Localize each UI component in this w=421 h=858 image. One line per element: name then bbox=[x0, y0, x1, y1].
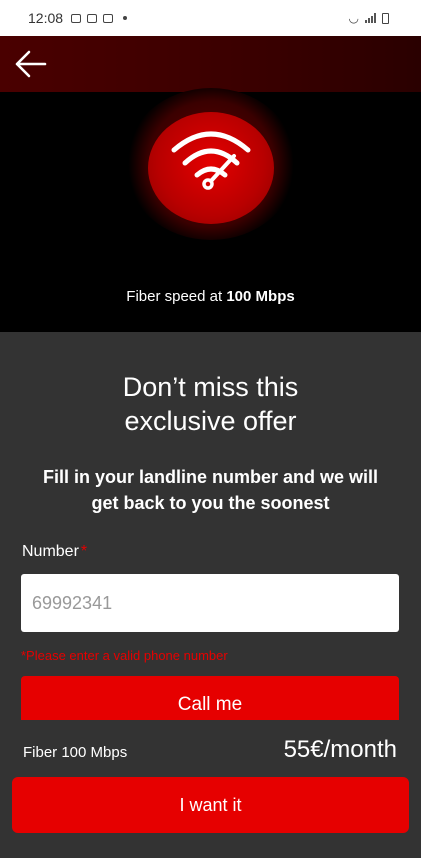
notification-icon bbox=[71, 13, 82, 23]
number-error: *Please enter a valid phone number bbox=[21, 648, 228, 663]
required-mark: * bbox=[80, 543, 88, 560]
back-button[interactable] bbox=[10, 44, 50, 84]
notification-icons bbox=[71, 13, 128, 23]
app-bar bbox=[0, 36, 421, 92]
status-time: 12:08 bbox=[28, 10, 64, 26]
offer-subtitle: Fill in your landline number and we will… bbox=[42, 467, 379, 513]
notification-icon bbox=[103, 13, 114, 23]
offer-title-line1: Don’t miss this bbox=[122, 372, 299, 402]
call-me-button[interactable]: Call me bbox=[21, 676, 399, 720]
i-want-it-button[interactable]: I want it bbox=[12, 777, 409, 833]
caption-speed: 100 Mbps bbox=[226, 288, 295, 305]
offer-title-line2: exclusive offer bbox=[124, 406, 297, 436]
more-notifications-icon bbox=[123, 16, 128, 20]
signal-icon bbox=[365, 13, 376, 23]
number-label: Number * bbox=[22, 543, 87, 561]
plan-name: Fiber 100 Mbps bbox=[23, 744, 128, 761]
caption-prefix: Fiber speed at bbox=[126, 288, 227, 305]
plan-price: 55€/month bbox=[283, 736, 397, 763]
status-bar: 12:08 ◡ bbox=[0, 0, 421, 36]
battery-icon bbox=[382, 12, 389, 24]
number-input[interactable] bbox=[21, 574, 399, 632]
hero-section: Fiber speed at 100 Mbps bbox=[0, 88, 421, 332]
number-label-text: Number bbox=[22, 543, 79, 560]
wifi-speed-icon bbox=[171, 131, 251, 190]
notification-icon bbox=[87, 13, 98, 23]
wifi-status-icon: ◡ bbox=[348, 11, 359, 25]
system-icons: ◡ bbox=[349, 11, 389, 25]
hero-caption: Fiber speed at 100 Mbps bbox=[0, 288, 421, 305]
arrow-left-icon bbox=[15, 50, 47, 78]
offer-title: Don’t miss this exclusive offer bbox=[0, 370, 421, 438]
offer-footer: Fiber 100 Mbps 55€/month I want it bbox=[0, 720, 421, 858]
